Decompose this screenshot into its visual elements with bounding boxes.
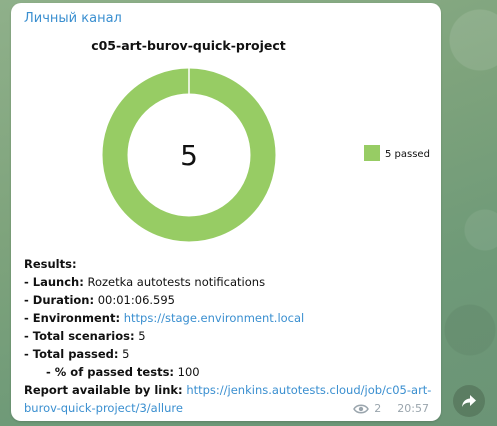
environment-label: - Environment: xyxy=(24,311,121,325)
report-label: Report available by link: xyxy=(24,383,183,397)
share-arrow-icon xyxy=(462,395,476,407)
launch-label: - Launch: xyxy=(24,275,84,289)
message-time: 20:57 xyxy=(397,402,429,415)
total-scenarios-value: 5 xyxy=(134,329,146,343)
message-bubble: Личный канал c05-art-burov-quick-project… xyxy=(11,3,441,421)
pie-chart: 5 5 passed xyxy=(102,68,430,242)
share-button[interactable] xyxy=(453,385,485,417)
channel-name[interactable]: Личный канал xyxy=(24,11,122,26)
total-scenarios-label: - Total scenarios: xyxy=(24,329,135,343)
eye-icon xyxy=(353,404,370,413)
percent-passed-value: 100 xyxy=(174,365,200,379)
duration-label: - Duration: xyxy=(24,293,95,307)
environment-link[interactable]: https://stage.environment.local xyxy=(124,311,305,325)
views-count: 2 xyxy=(374,402,382,415)
legend-label: 5 passed xyxy=(385,149,430,160)
total-passed-label: - Total passed: xyxy=(24,347,119,361)
pie-center-label: 5 xyxy=(180,139,198,172)
legend-swatch xyxy=(364,145,380,161)
percent-passed-label: - % of passed tests: xyxy=(46,365,175,379)
chart-image[interactable]: c05-art-burov-quick-project 55 passed xyxy=(11,33,441,248)
results-heading: Results: xyxy=(24,257,77,271)
duration-value: 00:01:06.595 xyxy=(94,293,175,307)
results-text: Results: - Launch: Rozetka autotests not… xyxy=(24,255,434,417)
total-passed-value: 5 xyxy=(118,347,130,361)
launch-value: Rozetka autotests notifications xyxy=(83,275,266,289)
message-meta: 2 20:57 xyxy=(353,402,429,415)
